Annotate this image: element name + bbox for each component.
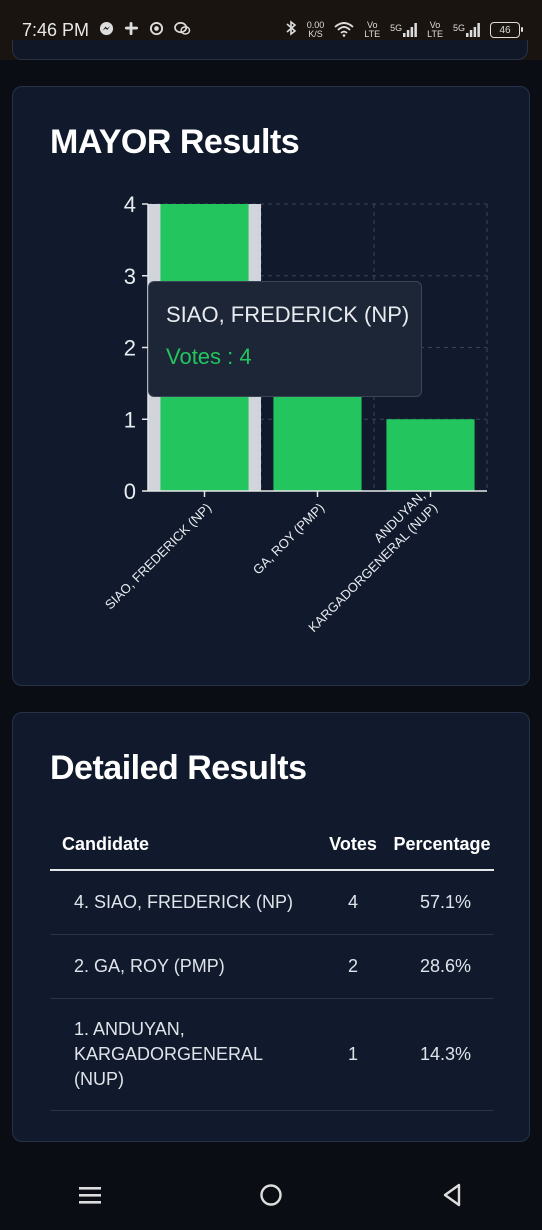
home-icon[interactable] — [241, 1165, 301, 1225]
y-tick-label: 2 — [124, 336, 136, 361]
wechat-icon — [174, 21, 191, 40]
table-header-row: Candidate Votes Percentage — [50, 833, 494, 871]
cell-candidate-line: KARGADORGENERAL — [74, 1044, 264, 1064]
cell-candidate: 1. ANDUYAN, KARGADORGENERAL (NUP) — [50, 998, 316, 1111]
tooltip-votes: Votes : 4 — [166, 344, 252, 369]
wifi-icon — [334, 21, 354, 40]
cell-percentage: 14.3% — [390, 998, 494, 1111]
sim2-network: 5G — [452, 23, 465, 33]
battery-level: 46 — [499, 24, 511, 36]
x-tick-label-line: SIAO, FREDERICK (NP) — [102, 500, 214, 612]
x-tick-label: GA, ROY (PMP) — [250, 500, 327, 577]
y-tick-label: 4 — [124, 192, 136, 217]
system-nav-bar — [0, 1160, 542, 1230]
sim1-lte: LTE — [364, 29, 381, 39]
header-percentage[interactable]: Percentage — [390, 833, 494, 871]
sync-icon — [149, 21, 164, 40]
net-speed-unit: K/S — [308, 29, 323, 39]
status-left: 7:46 PM — [22, 20, 191, 41]
cell-votes: 1 — [316, 998, 390, 1111]
net-speed: 0.00 K/S — [307, 21, 325, 39]
x-tick-label-line: GA, ROY (PMP) — [250, 500, 327, 577]
previous-card-edge — [12, 40, 528, 60]
tooltip-candidate-name: SIAO, FREDERICK (NP) — [166, 302, 410, 327]
sim1-signal-icon: 5G — [390, 23, 418, 37]
detailed-results-card: Detailed Results Candidate Votes Percent… — [12, 712, 530, 1142]
detailed-results-title: Detailed Results — [50, 749, 307, 787]
cell-percentage: 57.1% — [390, 870, 494, 935]
table-row: 4. SIAO, FREDERICK (NP) 4 57.1% — [50, 870, 494, 935]
cell-votes: 4 — [316, 870, 390, 935]
battery-icon: 46 — [490, 22, 523, 38]
y-tick-label: 1 — [124, 407, 136, 432]
cell-candidate: 4. SIAO, FREDERICK (NP) — [50, 870, 316, 935]
header-votes[interactable]: Votes — [316, 833, 390, 871]
cell-candidate: 2. GA, ROY (PMP) — [50, 934, 316, 999]
mayor-results-card: MAYOR Results 0 1 2 3 4 SIAO, FREDERICK (NP) G… — [12, 86, 530, 686]
bar-3 — [386, 419, 475, 491]
chart-tooltip: SIAO, FREDERICK (NP) Votes : 4 — [148, 281, 422, 397]
y-tick-label: 3 — [124, 264, 136, 289]
messenger-icon — [99, 21, 114, 40]
status-time: 7:46 PM — [22, 19, 90, 40]
sim2-signal-icon: 5G — [453, 23, 480, 37]
slack-icon — [124, 21, 139, 40]
cell-votes: 2 — [316, 934, 390, 999]
sim1-network: 5G — [390, 23, 403, 33]
sim2-volte: Vo LTE — [427, 21, 443, 39]
status-right: 0.00 K/S Vo LTE 5G Vo LTE 5G 46 — [285, 19, 523, 41]
x-tick-label: SIAO, FREDERICK (NP) — [102, 500, 214, 612]
table-row: 1. ANDUYAN, KARGADORGENERAL (NUP) 1 14.3… — [50, 998, 494, 1111]
back-icon[interactable] — [422, 1165, 482, 1225]
menu-icon[interactable] — [60, 1165, 120, 1225]
table-row: 2. GA, ROY (PMP) 2 28.6% — [50, 934, 494, 999]
x-tick-label-line: KARGADORGENERAL (NUP) — [305, 500, 440, 635]
cell-candidate-line: (NUP) — [74, 1069, 124, 1089]
y-tick-label: 0 — [124, 479, 136, 504]
header-candidate[interactable]: Candidate — [50, 833, 316, 871]
sim2-lte: LTE — [427, 29, 443, 39]
cell-candidate-line: 1. ANDUYAN, — [74, 1019, 185, 1039]
cell-percentage: 28.6% — [390, 934, 494, 999]
sim1-volte: Vo LTE — [364, 21, 380, 39]
bluetooth-icon — [285, 19, 297, 41]
results-table: Candidate Votes Percentage 4. SIAO, FRED… — [50, 833, 494, 1111]
